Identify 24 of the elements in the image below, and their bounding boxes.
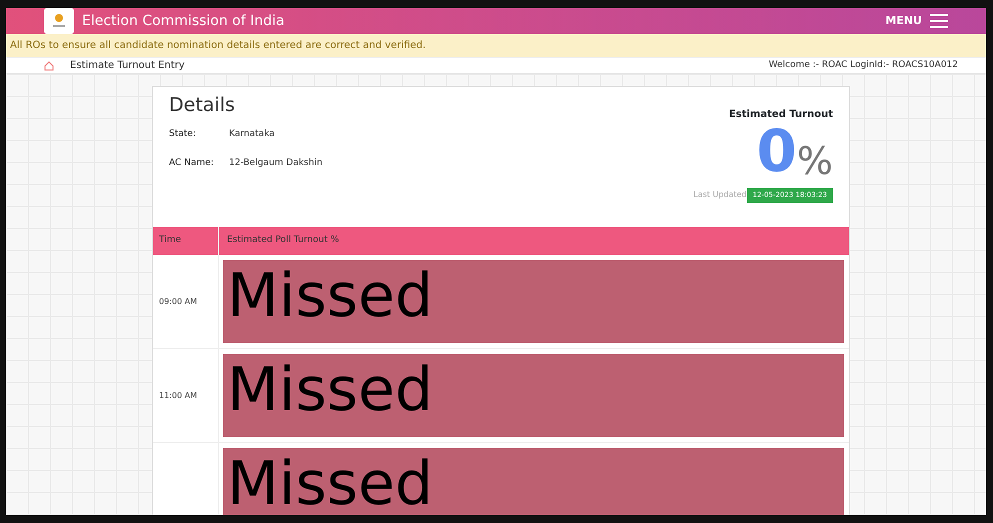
notice-banner: All ROs to ensure all candidate nomination details entered are correct and verified. (6, 34, 986, 58)
breadcrumb-link[interactable]: Estimate Turnout Entry (70, 58, 185, 73)
percent-sign: % (796, 142, 833, 180)
field-value: 12-Belgaum Dakshin (229, 157, 322, 170)
column-header: Time (159, 234, 182, 248)
field-label: State: (169, 128, 197, 140)
home-icon (44, 60, 54, 70)
menu-button[interactable]: MENU (879, 12, 954, 30)
welcome-text: Welcome :- ROAC LoginId:- ROACS10A012 (768, 58, 958, 72)
menu-icon (930, 13, 948, 29)
field-value: Karnataka (229, 128, 275, 140)
turnout-label: Estimated Turnout (728, 108, 833, 122)
time-cell: 11:00 AM (159, 390, 197, 402)
turnout-value: 0 (756, 122, 797, 180)
column-header: Estimated Poll Turnout % (227, 235, 340, 246)
emblem-logo (44, 8, 74, 34)
field-label: AC Name: (169, 157, 215, 170)
last-updated-label: Last Updated (693, 189, 747, 202)
missed-entry: Missed (223, 448, 844, 515)
missed-entry: Missed (223, 354, 844, 437)
time-cell: 09:00 AM (159, 296, 197, 308)
details-title: Details (169, 93, 236, 118)
missed-entry: Missed (223, 260, 844, 343)
site-title: Election Commission of India (82, 12, 284, 30)
